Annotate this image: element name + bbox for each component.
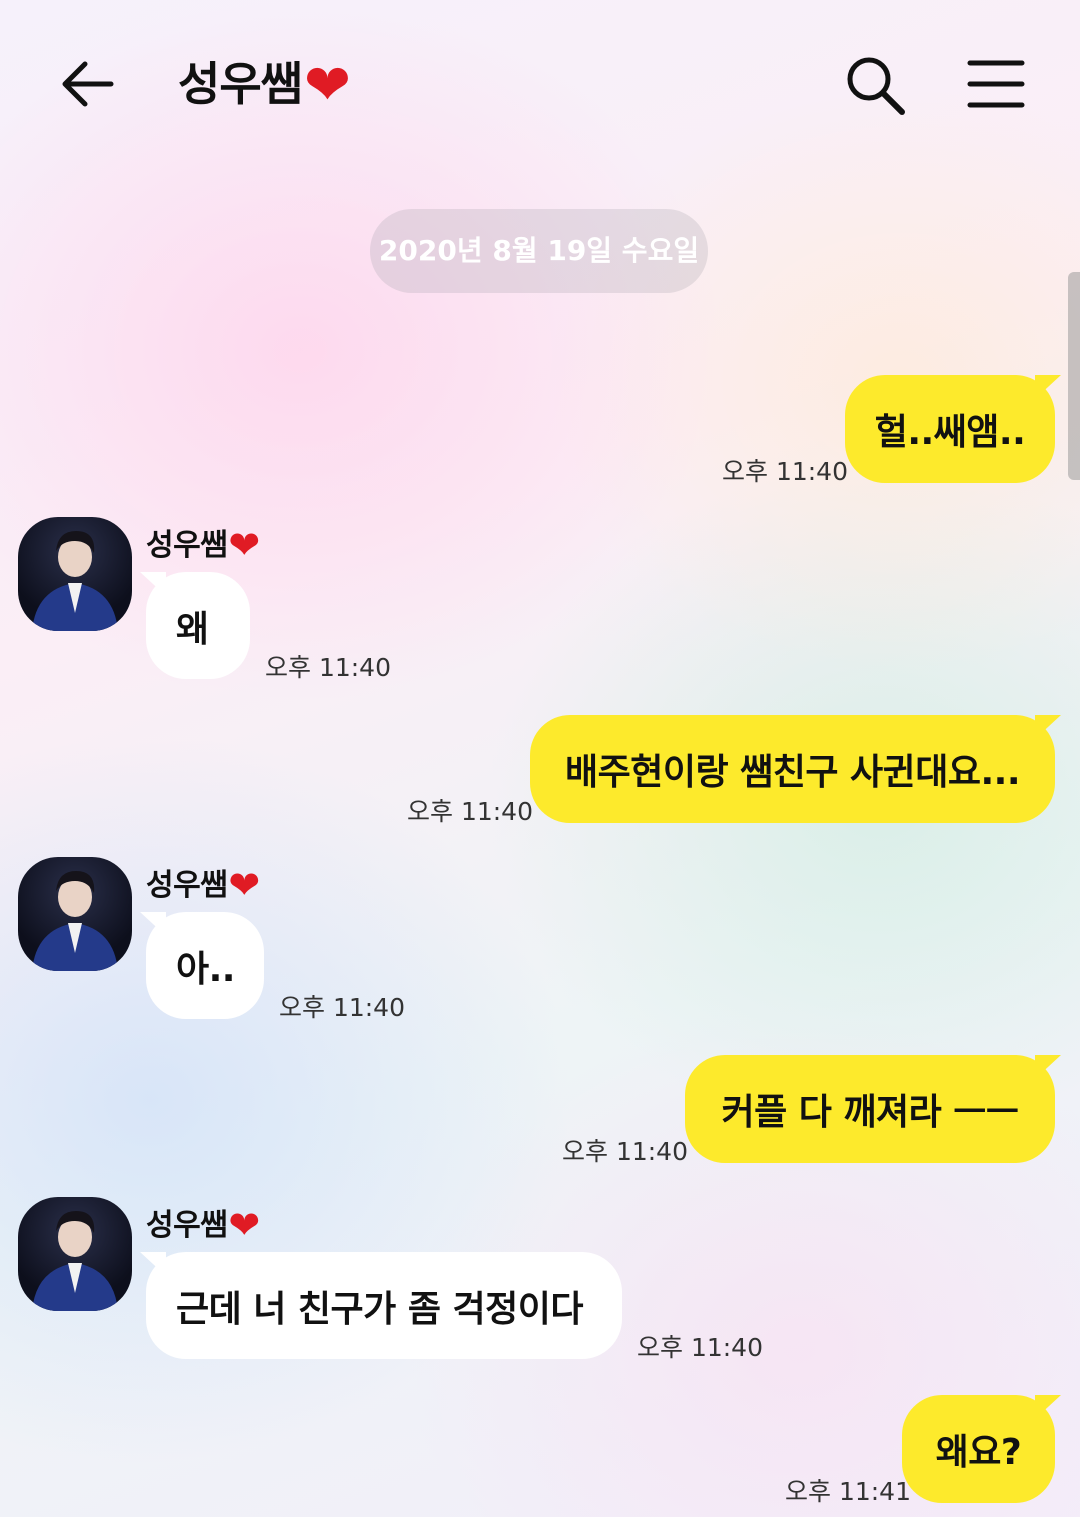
my-message-bubble[interactable]: 왜요? bbox=[902, 1395, 1055, 1503]
contact-avatar[interactable] bbox=[18, 1197, 132, 1311]
heart-icon: ❤ bbox=[228, 1203, 260, 1247]
back-button[interactable] bbox=[55, 52, 119, 116]
contact-avatar[interactable] bbox=[18, 857, 132, 971]
message-time: 오후 11:40 bbox=[279, 993, 405, 1022]
their-message-bubble[interactable]: 근데 너 친구가 좀 걱정이다 bbox=[146, 1252, 622, 1359]
heart-icon: ❤ bbox=[303, 53, 351, 118]
heart-icon: ❤ bbox=[228, 523, 260, 567]
sender-name: 성우쌤❤ bbox=[146, 1203, 260, 1247]
their-message-bubble[interactable]: 왜 bbox=[146, 572, 250, 679]
chat-title: 성우쌤❤ bbox=[178, 52, 351, 118]
contact-avatar[interactable] bbox=[18, 517, 132, 631]
hamburger-menu-icon bbox=[967, 60, 1025, 108]
their-message-bubble[interactable]: 아.. bbox=[146, 912, 264, 1019]
message-time: 오후 11:40 bbox=[637, 1333, 763, 1362]
menu-button[interactable] bbox=[966, 58, 1026, 110]
message-time: 오후 11:41 bbox=[785, 1477, 911, 1506]
heart-icon: ❤ bbox=[228, 863, 260, 907]
scrollbar[interactable] bbox=[1068, 272, 1080, 480]
chat-title-text: 성우쌤 bbox=[178, 57, 303, 111]
arrow-left-icon bbox=[62, 61, 114, 107]
message-time: 오후 11:40 bbox=[722, 457, 848, 486]
my-message-bubble[interactable]: 배주현이랑 쌤친구 사귄대요... bbox=[530, 715, 1055, 823]
date-separator: 2020년 8월 19일 수요일 bbox=[370, 209, 708, 293]
my-message-bubble[interactable]: 헐..쌔앰.. bbox=[845, 375, 1055, 483]
chat-header: 성우쌤❤ bbox=[0, 0, 1080, 170]
message-time: 오후 11:40 bbox=[265, 653, 391, 682]
sender-name: 성우쌤❤ bbox=[146, 523, 260, 567]
message-time: 오후 11:40 bbox=[562, 1137, 688, 1166]
sender-name: 성우쌤❤ bbox=[146, 863, 260, 907]
message-time: 오후 11:40 bbox=[407, 797, 533, 826]
my-message-bubble[interactable]: 커플 다 깨져라 ㅡㅡ bbox=[685, 1055, 1055, 1163]
search-icon bbox=[847, 57, 905, 115]
search-button[interactable] bbox=[842, 52, 908, 118]
